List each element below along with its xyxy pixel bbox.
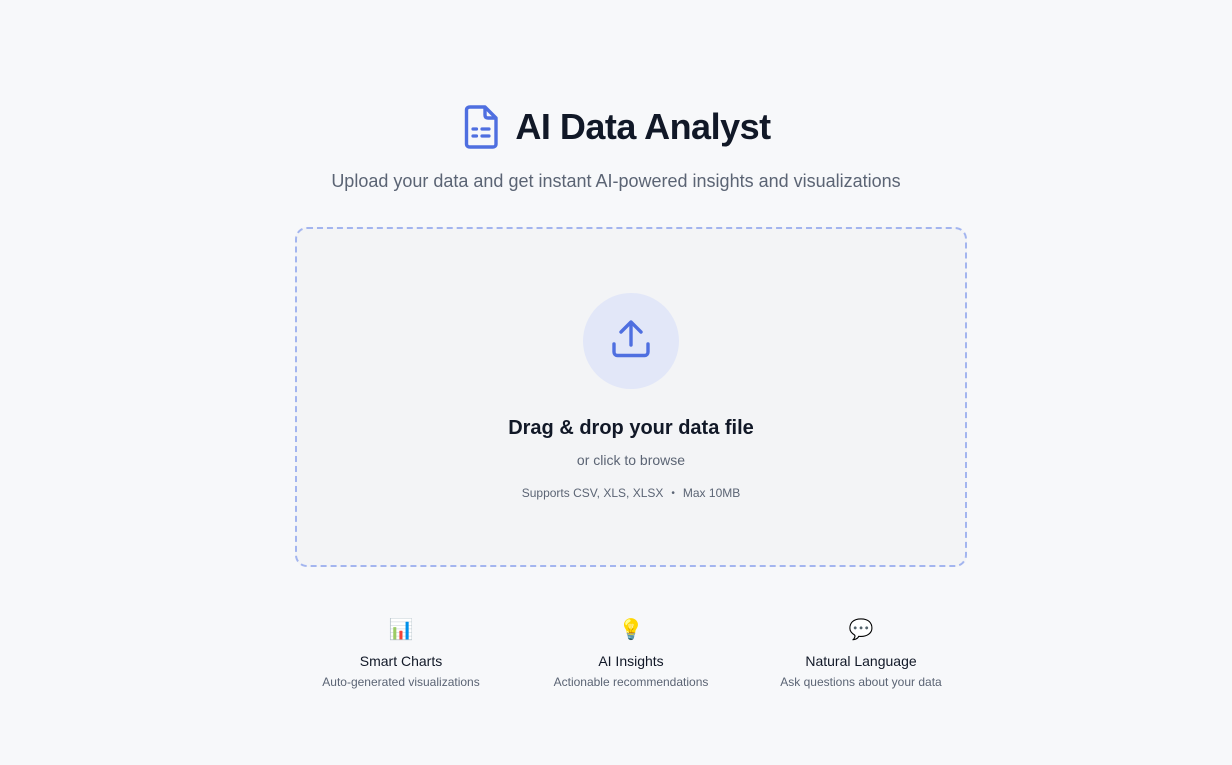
- feature-smart-charts: 📊 Smart Charts Auto-generated visualizat…: [286, 614, 516, 690]
- browse-link[interactable]: or click to browse: [297, 451, 965, 469]
- separator-dot: •: [671, 488, 675, 499]
- feature-natural-language: 💬 Natural Language Ask questions about y…: [746, 614, 976, 690]
- page: AI Data Analyst Upload your data and get…: [0, 0, 1232, 765]
- speech-bubble-icon: 💬: [848, 619, 874, 641]
- header: AI Data Analyst: [0, 104, 1232, 150]
- feature-list: 📊 Smart Charts Auto-generated visualizat…: [286, 614, 976, 690]
- feature-title: Natural Language: [805, 653, 917, 669]
- spreadsheet-file-icon: [461, 104, 501, 150]
- file-requirements: Supports CSV, XLS, XLSX • Max 10MB: [297, 485, 965, 502]
- page-title: AI Data Analyst: [515, 106, 771, 147]
- dropzone-title: Drag & drop your data file: [508, 417, 754, 439]
- lightbulb-icon: 💡: [618, 619, 644, 641]
- feature-title: AI Insights: [598, 653, 664, 669]
- supported-formats: Supports CSV, XLS, XLSX: [521, 486, 664, 500]
- feature-description: Actionable recommendations: [553, 675, 709, 689]
- file-dropzone[interactable]: Drag & drop your data file or click to b…: [295, 227, 967, 567]
- page-subtitle: Upload your data and get instant AI-powe…: [331, 171, 901, 191]
- bar-chart-icon: 📊: [388, 619, 414, 641]
- feature-title: Smart Charts: [359, 653, 443, 669]
- upload-icon-circle: [583, 293, 679, 389]
- feature-description: Ask questions about your data: [780, 675, 942, 689]
- feature-ai-insights: 💡 AI Insights Actionable recommendations: [516, 614, 746, 690]
- max-file-size: Max 10MB: [682, 486, 741, 500]
- upload-icon: [609, 317, 653, 366]
- feature-description: Auto-generated visualizations: [322, 675, 480, 689]
